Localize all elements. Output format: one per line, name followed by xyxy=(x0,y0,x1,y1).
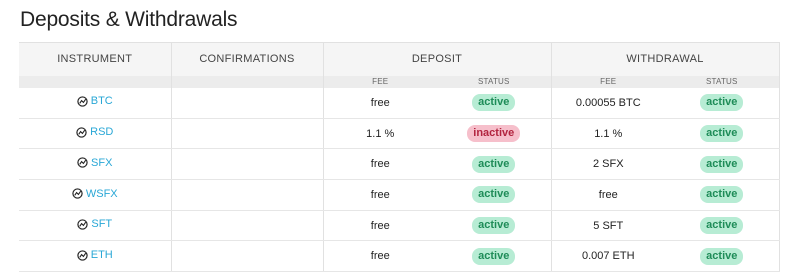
withdrawal-status-badge: active xyxy=(700,217,744,235)
subheader-withdrawal-fee: FEE xyxy=(550,75,666,88)
subheader-empty-instrument xyxy=(19,75,171,88)
deposit-fee-cell: free xyxy=(322,87,437,119)
header-instrument: INSTRUMENT xyxy=(19,42,171,76)
table-header-row: INSTRUMENT CONFIRMATIONS DEPOSIT WITHDRA… xyxy=(19,42,780,76)
subheader-withdrawal-status: STATUS xyxy=(665,75,780,88)
subheader-empty-confirmations xyxy=(170,75,323,88)
instrument-name[interactable]: BTC xyxy=(91,95,113,107)
instrument-link[interactable]: BTC xyxy=(77,95,113,107)
deposit-fee-cell: free xyxy=(322,148,437,181)
table-row: WSFX free active free active xyxy=(19,179,780,211)
deposits-withdrawals-page: Deposits & Withdrawals INSTRUMENT CONFIR… xyxy=(0,0,800,279)
deposit-status-badge: active xyxy=(472,247,516,265)
instrument-link[interactable]: SFT xyxy=(77,218,112,230)
withdrawal-status-cell: active xyxy=(665,240,780,273)
withdrawal-fee-cell: 5 SFT xyxy=(550,210,666,242)
chart-trend-icon xyxy=(77,249,88,261)
chart-trend-icon xyxy=(77,219,89,230)
instrument-link[interactable]: RSD xyxy=(76,126,113,138)
instrument-link[interactable]: ETH xyxy=(77,249,113,261)
page-title: Deposits & Withdrawals xyxy=(20,8,238,31)
instrument-name[interactable]: SFT xyxy=(91,218,112,230)
deposit-status-badge: active xyxy=(472,217,516,235)
withdrawal-status-badge: active xyxy=(700,94,744,112)
chart-trend-icon xyxy=(77,157,88,169)
deposit-status-cell: active xyxy=(437,179,552,211)
confirmations-cell xyxy=(170,240,323,273)
table-row: BTC free active 0.00055 BTC active xyxy=(19,87,780,119)
deposit-status-cell: inactive xyxy=(437,118,552,150)
instrument-link[interactable]: WSFX xyxy=(72,188,118,200)
instrument-name[interactable]: WSFX xyxy=(86,188,118,200)
subheader-deposit-fee: FEE xyxy=(322,75,437,88)
deposit-fee-cell: free xyxy=(322,240,437,273)
instrument-link[interactable]: SFX xyxy=(77,157,112,169)
deposit-status-badge: active xyxy=(472,186,516,204)
header-deposit: DEPOSIT xyxy=(322,42,552,76)
header-withdrawal: WITHDRAWAL xyxy=(550,42,780,76)
confirmations-cell xyxy=(170,210,323,242)
instrument-cell: RSD xyxy=(19,118,171,150)
table-subheader-row: FEE STATUS FEE STATUS xyxy=(19,75,780,88)
deposit-status-badge: inactive xyxy=(467,125,521,143)
deposit-status-badge: active xyxy=(472,155,516,173)
confirmations-cell xyxy=(170,148,323,181)
confirmations-cell xyxy=(170,87,323,119)
withdrawal-fee-cell: 2 SFX xyxy=(550,148,666,181)
table-row: RSD 1.1 % inactive 1.1 % active xyxy=(19,118,780,150)
withdrawal-status-cell: active xyxy=(665,118,780,150)
instrument-cell: BTC xyxy=(19,87,171,119)
confirmations-cell xyxy=(170,179,323,211)
table-row: SFX free active 2 SFX active xyxy=(19,148,780,181)
withdrawal-status-cell: active xyxy=(665,210,780,242)
instrument-cell: WSFX xyxy=(19,179,171,211)
header-confirmations: CONFIRMATIONS xyxy=(170,42,323,76)
instrument-cell: SFX xyxy=(19,148,171,181)
withdrawal-status-badge: active xyxy=(700,186,744,204)
withdrawal-status-cell: active xyxy=(665,179,780,211)
withdrawal-fee-cell: 0.00055 BTC xyxy=(550,87,666,119)
withdrawal-status-cell: active xyxy=(665,148,780,181)
deposit-fee-cell: 1.1 % xyxy=(322,118,437,150)
table-row: SFT free active 5 SFT active xyxy=(19,210,780,242)
table-row: ETH free active 0.007 ETH active xyxy=(19,240,780,273)
deposit-status-cell: active xyxy=(437,240,552,273)
deposit-status-cell: active xyxy=(437,210,552,242)
chart-trend-icon xyxy=(76,127,87,138)
instrument-cell: SFT xyxy=(19,210,171,242)
withdrawal-status-badge: active xyxy=(700,155,744,173)
withdrawal-status-badge: active xyxy=(700,125,744,143)
subheader-deposit-status: STATUS xyxy=(437,75,552,88)
deposit-status-cell: active xyxy=(437,148,552,181)
chart-trend-icon xyxy=(72,188,83,199)
deposit-fee-cell: free xyxy=(322,210,437,242)
confirmations-cell xyxy=(170,118,323,150)
withdrawal-fee-cell: 1.1 % xyxy=(550,118,666,150)
chart-trend-icon xyxy=(77,96,88,107)
deposit-status-cell: active xyxy=(437,87,552,119)
deposit-status-badge: active xyxy=(472,94,516,112)
withdrawal-fee-cell: 0.007 ETH xyxy=(550,240,666,273)
deposits-withdrawals-table: INSTRUMENT CONFIRMATIONS DEPOSIT WITHDRA… xyxy=(19,42,780,273)
deposit-fee-cell: free xyxy=(322,179,437,211)
instrument-name[interactable]: RSD xyxy=(90,126,113,138)
withdrawal-fee-cell: free xyxy=(550,179,666,211)
withdrawal-status-badge: active xyxy=(700,247,744,265)
instrument-name[interactable]: ETH xyxy=(91,249,113,261)
instrument-name[interactable]: SFX xyxy=(91,157,112,169)
withdrawal-status-cell: active xyxy=(665,87,780,119)
instrument-cell: ETH xyxy=(19,240,171,273)
